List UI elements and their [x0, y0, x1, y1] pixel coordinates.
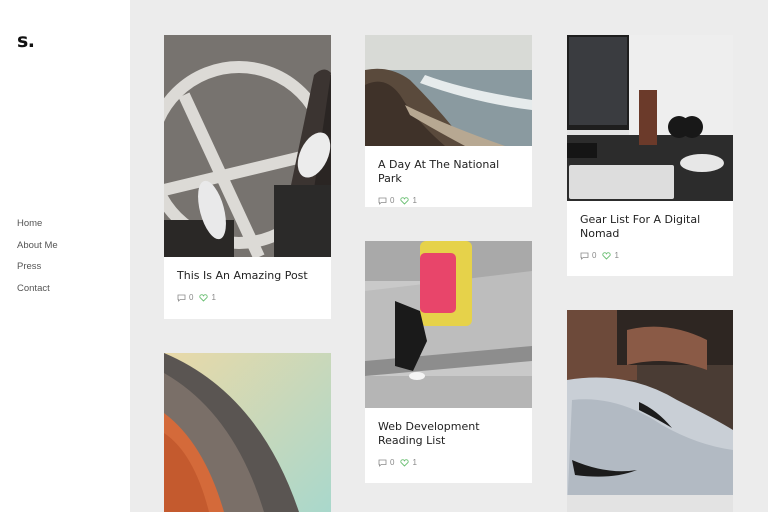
heart-icon	[400, 458, 410, 467]
desk-headphones-photo[interactable]	[567, 35, 733, 201]
post-title[interactable]: A Day At The National Park	[378, 158, 519, 186]
comment-icon	[177, 294, 186, 302]
coastline-photo[interactable]	[365, 35, 532, 146]
comment-icon	[580, 252, 589, 260]
sidebar: s. Home About Me Press Contact	[0, 0, 130, 512]
post-card[interactable]: Gear List For A Digital Nomad 0 1	[567, 35, 733, 276]
post-title[interactable]: Web Development Reading List	[378, 420, 519, 448]
post-card[interactable]: A Day At The National Park 0 1	[365, 35, 532, 207]
like-count[interactable]: 1	[199, 293, 216, 302]
nav-item-press[interactable]: Press	[17, 261, 58, 283]
backpack-photo[interactable]	[365, 241, 532, 408]
comment-count[interactable]: 0	[378, 196, 394, 205]
nav-item-contact[interactable]: Contact	[17, 283, 58, 305]
like-count[interactable]: 1	[400, 196, 417, 205]
architecture-photo[interactable]	[164, 353, 331, 512]
post-card-body: A Day At The National Park 0 1	[365, 146, 532, 205]
heart-icon	[199, 293, 209, 302]
post-title[interactable]: Gear List For A Digital Nomad	[580, 213, 720, 241]
main-nav: Home About Me Press Contact	[17, 218, 58, 304]
sneaker-photo[interactable]	[567, 310, 733, 512]
comment-count[interactable]: 0	[580, 251, 596, 260]
post-card[interactable]	[567, 310, 733, 512]
post-card[interactable]: This Is An Amazing Post 0 1	[164, 35, 331, 319]
post-meta: 0 1	[177, 293, 318, 302]
post-card[interactable]: Web Development Reading List 0 1	[365, 241, 532, 483]
post-card[interactable]	[164, 353, 331, 512]
heart-icon	[602, 251, 612, 260]
like-count[interactable]: 1	[602, 251, 619, 260]
post-meta: 0 1	[378, 458, 519, 467]
heart-icon	[400, 196, 410, 205]
nav-item-about-me[interactable]: About Me	[17, 240, 58, 262]
site-logo[interactable]: s.	[17, 30, 35, 52]
comment-count[interactable]: 0	[177, 293, 193, 302]
skateboard-feet-photo[interactable]	[164, 35, 331, 257]
post-card-body: Gear List For A Digital Nomad 0 1	[567, 201, 733, 260]
post-meta: 0 1	[378, 196, 519, 205]
post-meta: 0 1	[580, 251, 720, 260]
comment-count[interactable]: 0	[378, 458, 394, 467]
post-card-body: Web Development Reading List 0 1	[365, 408, 532, 467]
nav-item-home[interactable]: Home	[17, 218, 58, 240]
post-grid: This Is An Amazing Post 0 1 A Day At The…	[130, 0, 768, 512]
comment-icon	[378, 197, 387, 205]
post-card-body: This Is An Amazing Post 0 1	[164, 257, 331, 302]
comment-icon	[378, 459, 387, 467]
post-title[interactable]: This Is An Amazing Post	[177, 269, 318, 283]
like-count[interactable]: 1	[400, 458, 417, 467]
